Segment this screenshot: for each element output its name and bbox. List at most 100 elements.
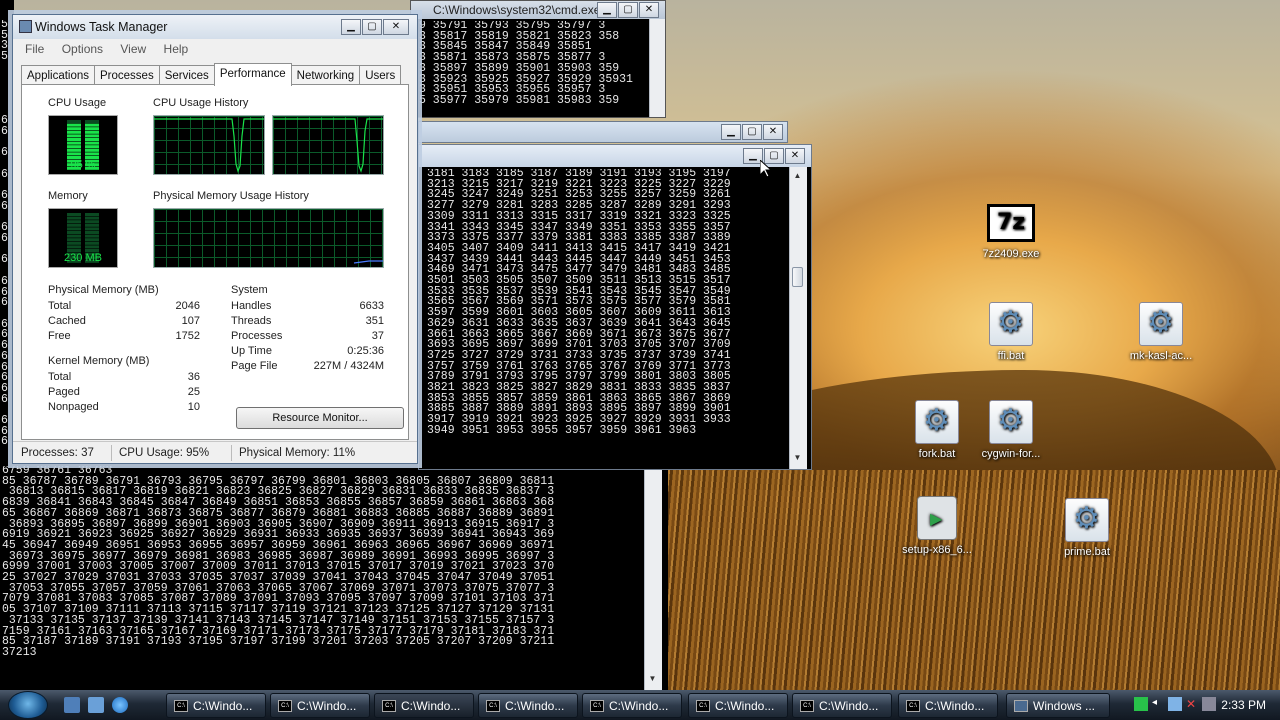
taskbar-button-cmd-8[interactable]: C:\ C:\Windo... (898, 693, 998, 718)
console-icon: C:\ (278, 700, 292, 712)
stat-value: 2046 (175, 300, 200, 312)
meter-segment (85, 145, 99, 149)
menu-view[interactable]: View (120, 42, 146, 56)
console-scrollbar[interactable] (649, 19, 665, 117)
close-button[interactable]: ✕ (639, 2, 659, 18)
meter-segment (85, 220, 99, 224)
desktop-icon-prime-bat[interactable]: prime.bat (1042, 498, 1132, 558)
stat-value: 6633 (359, 300, 384, 312)
meter-segment (67, 245, 81, 249)
taskbar-button-cmd-4[interactable]: C:\ C:\Windo... (478, 693, 578, 718)
taskbar-button-label: Windows ... (1033, 699, 1096, 713)
meter-segment (85, 213, 99, 216)
meter-segment (85, 216, 99, 220)
minimize-button[interactable]: ▁ (597, 2, 617, 18)
mouse-cursor-icon (760, 160, 772, 178)
console-icon: C:\ (906, 700, 920, 712)
desktop-icon-mk-kasl[interactable]: mk-kasl-ac... (1116, 302, 1206, 362)
scroll-up-icon[interactable]: ▲ (792, 171, 803, 183)
console-scrollbar[interactable]: ▼ (644, 464, 662, 690)
desktop-icon-setup-x86[interactable]: setup-x86_6... (892, 496, 982, 556)
stat-row: Page File 227M / 4324M (231, 360, 384, 372)
internet-explorer-icon[interactable] (112, 697, 128, 713)
stat-row: Cached 107 (48, 315, 200, 327)
console-window-main[interactable]: ▁ ▢ ✕ 3181 3183 3185 3187 3189 3191 3193… (418, 144, 812, 470)
close-button[interactable]: ✕ (763, 124, 783, 140)
scroll-down-icon[interactable]: ▼ (647, 674, 658, 686)
tab-users[interactable]: Users (359, 65, 402, 86)
desktop-icon-cygwin[interactable]: cygwin-for... (966, 400, 1056, 460)
status-cpu-usage: CPU Usage: 95% (119, 447, 210, 459)
taskbar-button-cmd-7[interactable]: C:\ C:\Windo... (792, 693, 892, 718)
network-icon[interactable] (1168, 697, 1182, 711)
maximize-button[interactable]: ▢ (618, 2, 638, 18)
console-window-behind[interactable]: ▁ ▢ ✕ (418, 121, 788, 143)
tab-networking[interactable]: Networking (290, 65, 361, 86)
stat-row: Total 2046 (48, 300, 200, 312)
meter-segment (67, 216, 81, 220)
status-processes: Processes: 37 (21, 447, 94, 459)
taskbar-button-label: C:\Windo... (609, 699, 669, 713)
maximize-button[interactable]: ▢ (362, 19, 382, 35)
kernel-memory-heading: Kernel Memory (MB) (48, 355, 150, 367)
close-button[interactable]: ✕ (383, 19, 409, 35)
stat-row: Paged 25 (48, 386, 200, 398)
tab-processes[interactable]: Processes (94, 65, 160, 86)
chevron-left-icon[interactable]: ◂ (1152, 697, 1166, 711)
maximize-button[interactable]: ▢ (742, 124, 762, 140)
cpu-history-graph-1 (153, 115, 265, 175)
tab-applications[interactable]: Applications (21, 65, 96, 86)
console-window-top[interactable]: C:\Windows\system32\cmd.exe ▁ ▢ ✕ 9 3579… (410, 0, 666, 118)
cpu-usage-value: 95 % (70, 159, 96, 171)
action-center-icon[interactable] (1202, 697, 1216, 711)
scroll-thumb[interactable] (792, 267, 803, 287)
meter-segment (67, 227, 81, 231)
volume-muted-icon[interactable]: ✕ (1186, 697, 1200, 711)
task-manager-tray-icon[interactable] (1134, 697, 1148, 711)
taskbar-button-task-manager[interactable]: Windows ... (1006, 693, 1110, 718)
meter-segment (85, 130, 99, 134)
taskbar-button-cmd-6[interactable]: C:\ C:\Windo... (688, 693, 788, 718)
clock[interactable]: 2:33 PM (1221, 698, 1266, 712)
switch-windows-icon[interactable] (88, 697, 104, 713)
taskbar-button-label: C:\Windo... (297, 699, 357, 713)
start-button[interactable] (8, 691, 48, 719)
stat-value: 36 (187, 371, 200, 383)
desktop-icon-7z2409[interactable]: 7z 7z2409.exe (966, 204, 1056, 260)
window-controls: ▁ ▢ ✕ (597, 2, 659, 18)
console-scrollbar[interactable]: ▲ ▼ (789, 167, 807, 469)
meter-segment (67, 145, 81, 149)
show-desktop-icon[interactable] (64, 697, 80, 713)
taskbar-button-cmd-2[interactable]: C:\ C:\Windo... (270, 693, 370, 718)
cpu-history-line (273, 118, 383, 173)
tab-services[interactable]: Services (158, 65, 215, 86)
taskbar-button-cmd-5[interactable]: C:\ C:\Windo... (582, 693, 682, 718)
menu-file[interactable]: File (25, 42, 44, 56)
window-controls: ▁ ▢ ✕ (743, 148, 805, 164)
desktop-icon-ffi-bat[interactable]: ffi.bat (966, 302, 1056, 362)
tab-performance[interactable]: Performance (213, 63, 292, 86)
minimize-button[interactable]: ▁ (721, 124, 741, 140)
taskbar-button-cmd-1[interactable]: C:\ C:\Windo... (166, 693, 266, 718)
status-divider (231, 445, 232, 461)
stat-label: Page File (231, 360, 278, 372)
cpu-history-label: CPU Usage History (153, 97, 249, 109)
desktop-icon-label: cygwin-for... (981, 448, 1041, 460)
menu-options[interactable]: Options (62, 42, 103, 56)
batch-file-icon (989, 400, 1033, 444)
console-icon: C:\ (382, 700, 396, 712)
desktop-icon-label: prime.bat (1064, 546, 1110, 558)
menu-help[interactable]: Help (164, 42, 189, 56)
meter-segment (67, 241, 81, 245)
performance-panel: CPU Usage 95 % CPU Usage History Memory … (21, 84, 409, 440)
meter-segment (67, 141, 81, 145)
scroll-down-icon[interactable]: ▼ (792, 453, 803, 465)
meter-segment (67, 134, 81, 138)
meter-segment (67, 234, 81, 238)
close-button[interactable]: ✕ (785, 148, 805, 164)
task-manager-window[interactable]: Windows Task Manager ▁ ▢ ✕ File Options … (12, 14, 418, 464)
minimize-button[interactable]: ▁ (341, 19, 361, 35)
resource-monitor-button[interactable]: Resource Monitor... (236, 407, 404, 429)
taskbar-button-cmd-3[interactable]: C:\ C:\Windo... (374, 693, 474, 718)
console-window-bottom[interactable]: 6759 36761 36763 85 36787 36789 36791 36… (0, 464, 668, 690)
